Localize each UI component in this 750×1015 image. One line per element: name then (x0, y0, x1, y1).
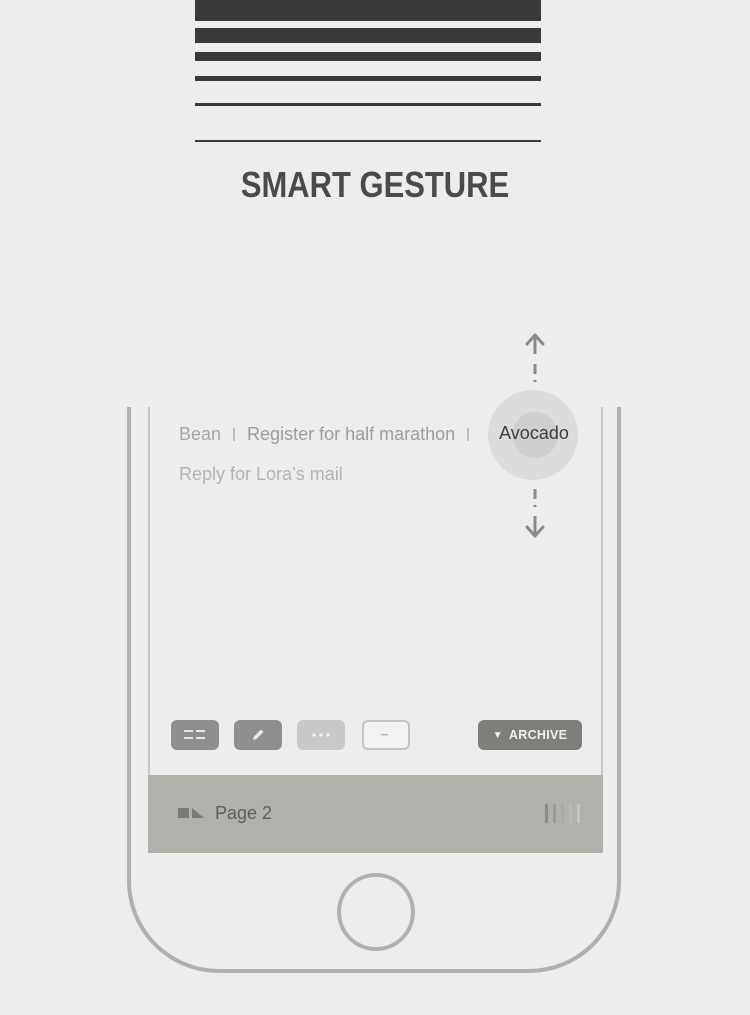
task-row: Bean Register for half marathon (179, 421, 481, 447)
more-button[interactable] (297, 720, 345, 750)
list-icon (184, 730, 205, 739)
separator (467, 427, 470, 441)
page-title: SMART GESTURE (240, 164, 510, 205)
task-item-reply[interactable]: Reply for Lora’s mail (179, 464, 343, 485)
task-item-avocado[interactable]: Avocado (497, 423, 571, 444)
home-button[interactable] (337, 873, 415, 951)
minus-icon (381, 734, 388, 736)
task-item-register[interactable]: Register for half marathon (247, 424, 455, 445)
flag-icon (178, 808, 204, 818)
archive-button[interactable]: ▼ ARCHIVE (478, 720, 582, 750)
page-label: Page 2 (215, 803, 273, 823)
minus-button[interactable] (362, 720, 410, 750)
list-view-button[interactable] (171, 720, 219, 750)
task-item-bean[interactable]: Bean (179, 424, 221, 445)
separator (233, 427, 236, 441)
archive-label: ARCHIVE (508, 728, 568, 742)
triangle-down-icon: ▼ (492, 729, 503, 741)
more-dots-icon (312, 733, 330, 737)
arrow-down-icon (525, 489, 545, 538)
grip-lines-icon[interactable] (545, 804, 581, 824)
arrow-up-icon (525, 333, 545, 382)
stripes-logo (195, 0, 541, 150)
edit-button[interactable] (234, 720, 282, 750)
pencil-icon (253, 729, 264, 740)
